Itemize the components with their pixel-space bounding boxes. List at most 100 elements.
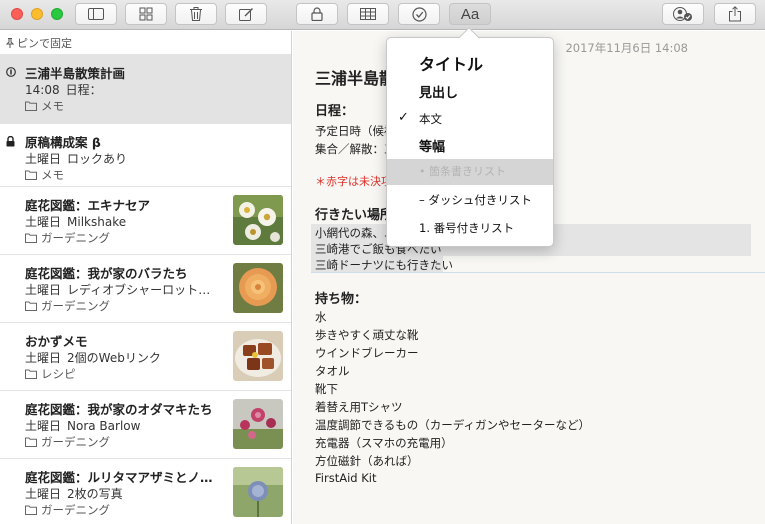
note-snippet: ロックあり — [67, 152, 128, 166]
note-time: 土曜日 — [25, 283, 62, 297]
format-monospaced-option[interactable]: 等幅 — [387, 136, 553, 155]
add-people-button[interactable] — [662, 3, 704, 25]
note-folder-name: ガーデニング — [41, 231, 110, 245]
note-subtitle: 土曜日 ロックあり — [25, 151, 220, 167]
sidebar-toggle-button[interactable] — [75, 3, 117, 25]
note-list-item[interactable]: おかずメモ 土曜日 2個のWebリンク レシピ — [0, 323, 291, 391]
note-folder-name: メモ — [41, 168, 64, 182]
note-heading-title: 三浦半島散 — [315, 69, 396, 88]
item-line: 方位磁針（あれば） — [315, 454, 419, 468]
folder-icon — [25, 233, 37, 243]
note-folder-name: ガーデニング — [41, 435, 110, 449]
schedule-line: 集合／解散：三 — [315, 142, 396, 156]
note-thumbnail — [233, 331, 283, 381]
item-line: 水 — [315, 310, 327, 324]
folder-icon — [25, 301, 37, 311]
note-time: 14:08 — [25, 83, 60, 97]
schedule-heading: 日程： — [315, 104, 355, 119]
note-time: 土曜日 — [25, 152, 62, 166]
note-title: 庭花図鑑：我が家のバラたち — [25, 266, 188, 281]
attachments-browser-button[interactable] — [125, 3, 167, 25]
item-line: 歩きやすく頑丈な靴 — [315, 328, 419, 342]
format-menu: タイトル 見出し ✓ 本文 等幅 • 箇条書きリスト – ダッシュ付きリスト 1… — [386, 37, 554, 247]
places-line: 三崎ドーナツにも行きたい — [315, 258, 453, 272]
pin-icon — [6, 37, 14, 48]
note-list-item[interactable]: 庭花図鑑：エキナセア 土曜日 Milkshake ガーデニング — [0, 187, 291, 255]
note-thumbnail — [233, 399, 283, 449]
note-time: 土曜日 — [25, 487, 62, 501]
note-date: 2017年11月6日 14:08 — [565, 41, 688, 55]
format-heading-option[interactable]: 見出し — [387, 82, 553, 101]
lock-icon — [6, 136, 15, 147]
folder-icon — [25, 369, 37, 379]
pinned-note-icon — [6, 67, 16, 77]
note-list-item[interactable]: 庭花図鑑：我が家のバラたち 土曜日 レディオブシャーロット（D… ガーデニング — [0, 255, 291, 323]
schedule-line: 予定日時（候補 — [315, 124, 396, 138]
note-time: 土曜日 — [25, 351, 62, 365]
zoom-window-button[interactable] — [51, 8, 63, 20]
places-heading: 行きたい場所 — [315, 208, 394, 223]
places-line: 小網代の森、ユ — [315, 226, 396, 240]
note-subtitle: 14:08 日程： — [25, 82, 220, 98]
item-line: 着替え用Tシャツ — [315, 400, 403, 414]
delete-button[interactable] — [175, 3, 217, 25]
note-list-item[interactable]: 庭花図鑑：我が家のオダマキたち 土曜日 Nora Barlow ガーデニング — [0, 391, 291, 459]
note-snippet: 2枚の写真 — [67, 487, 123, 501]
item-line: 靴下 — [315, 382, 338, 396]
toolbar: Aa — [0, 0, 765, 30]
note-snippet: Milkshake — [67, 215, 127, 229]
note-list-item[interactable]: 庭花図鑑：ルリタマアザミとノア… 土曜日 2枚の写真 ガーデニング — [0, 459, 291, 524]
lock-icon — [311, 7, 323, 21]
pinned-section-header: ピンで固定 — [0, 31, 291, 55]
note-folder-name: メモ — [41, 99, 64, 113]
note-list-item[interactable]: 原稿構成案 β 土曜日 ロックあり メモ — [0, 124, 291, 187]
grid-icon — [139, 7, 153, 21]
folder-icon — [25, 505, 37, 515]
note-snippet: 日程： — [65, 83, 102, 97]
note-subtitle: 土曜日 Milkshake — [25, 214, 220, 230]
note-title: 三浦半島散策計画 — [25, 66, 126, 81]
note-list-item[interactable]: 三浦半島散策計画 14:08 日程： メモ — [0, 55, 291, 124]
share-icon — [729, 6, 741, 22]
close-window-button[interactable] — [11, 8, 23, 20]
new-note-button[interactable] — [225, 3, 267, 25]
note-time: 土曜日 — [25, 215, 62, 229]
note-subtitle: 土曜日 2枚の写真 — [25, 486, 220, 502]
note-title: おかずメモ — [25, 334, 88, 349]
pending-note: ＊赤字は未決項 — [315, 175, 392, 188]
checklist-button[interactable] — [398, 3, 440, 25]
text-format-icon: Aa — [460, 5, 480, 23]
note-title: 庭花図鑑：エキナセア — [25, 198, 151, 213]
folder-icon — [25, 170, 37, 180]
note-title: 庭花図鑑：ルリタマアザミとノア… — [25, 470, 215, 485]
note-thumbnail — [233, 263, 283, 313]
note-time: 土曜日 — [25, 419, 62, 433]
note-title: 原稿構成案 β — [25, 135, 101, 150]
item-line: 充電器（スマホの充電用） — [315, 436, 453, 450]
trash-icon — [190, 7, 202, 21]
note-folder-name: レシピ — [41, 367, 76, 381]
note-folder-name: ガーデニング — [41, 503, 110, 517]
format-button[interactable]: Aa — [449, 3, 491, 25]
format-numbered-list-option[interactable]: 1. 番号付きリスト — [387, 220, 553, 236]
table-icon — [360, 8, 376, 20]
item-line: ウインドブレーカー — [315, 346, 419, 360]
add-person-icon — [673, 7, 692, 21]
format-bulleted-list-option[interactable]: • 箇条書きリスト — [387, 159, 553, 185]
share-button[interactable] — [714, 3, 756, 25]
format-body-option[interactable]: 本文 — [387, 111, 553, 127]
format-dashed-list-option[interactable]: – ダッシュ付きリスト — [387, 192, 553, 208]
format-title-option[interactable]: タイトル — [387, 51, 553, 75]
note-title: 庭花図鑑：我が家のオダマキたち — [25, 402, 213, 417]
note-subtitle: 土曜日 2個のWebリンク — [25, 350, 220, 366]
note-thumbnail — [233, 195, 283, 245]
item-line: FirstAid Kit — [315, 471, 377, 485]
folder-icon — [25, 101, 37, 111]
divider — [311, 272, 765, 273]
notes-list: ピンで固定 三浦半島散策計画 14:08 日程： メモ 原稿構成案 β 土曜日 ロッ… — [0, 31, 292, 524]
lock-button[interactable] — [296, 3, 338, 25]
pinned-section-label: ピンで固定 — [17, 36, 72, 50]
folder-icon — [25, 437, 37, 447]
table-button[interactable] — [347, 3, 389, 25]
minimize-window-button[interactable] — [31, 8, 43, 20]
